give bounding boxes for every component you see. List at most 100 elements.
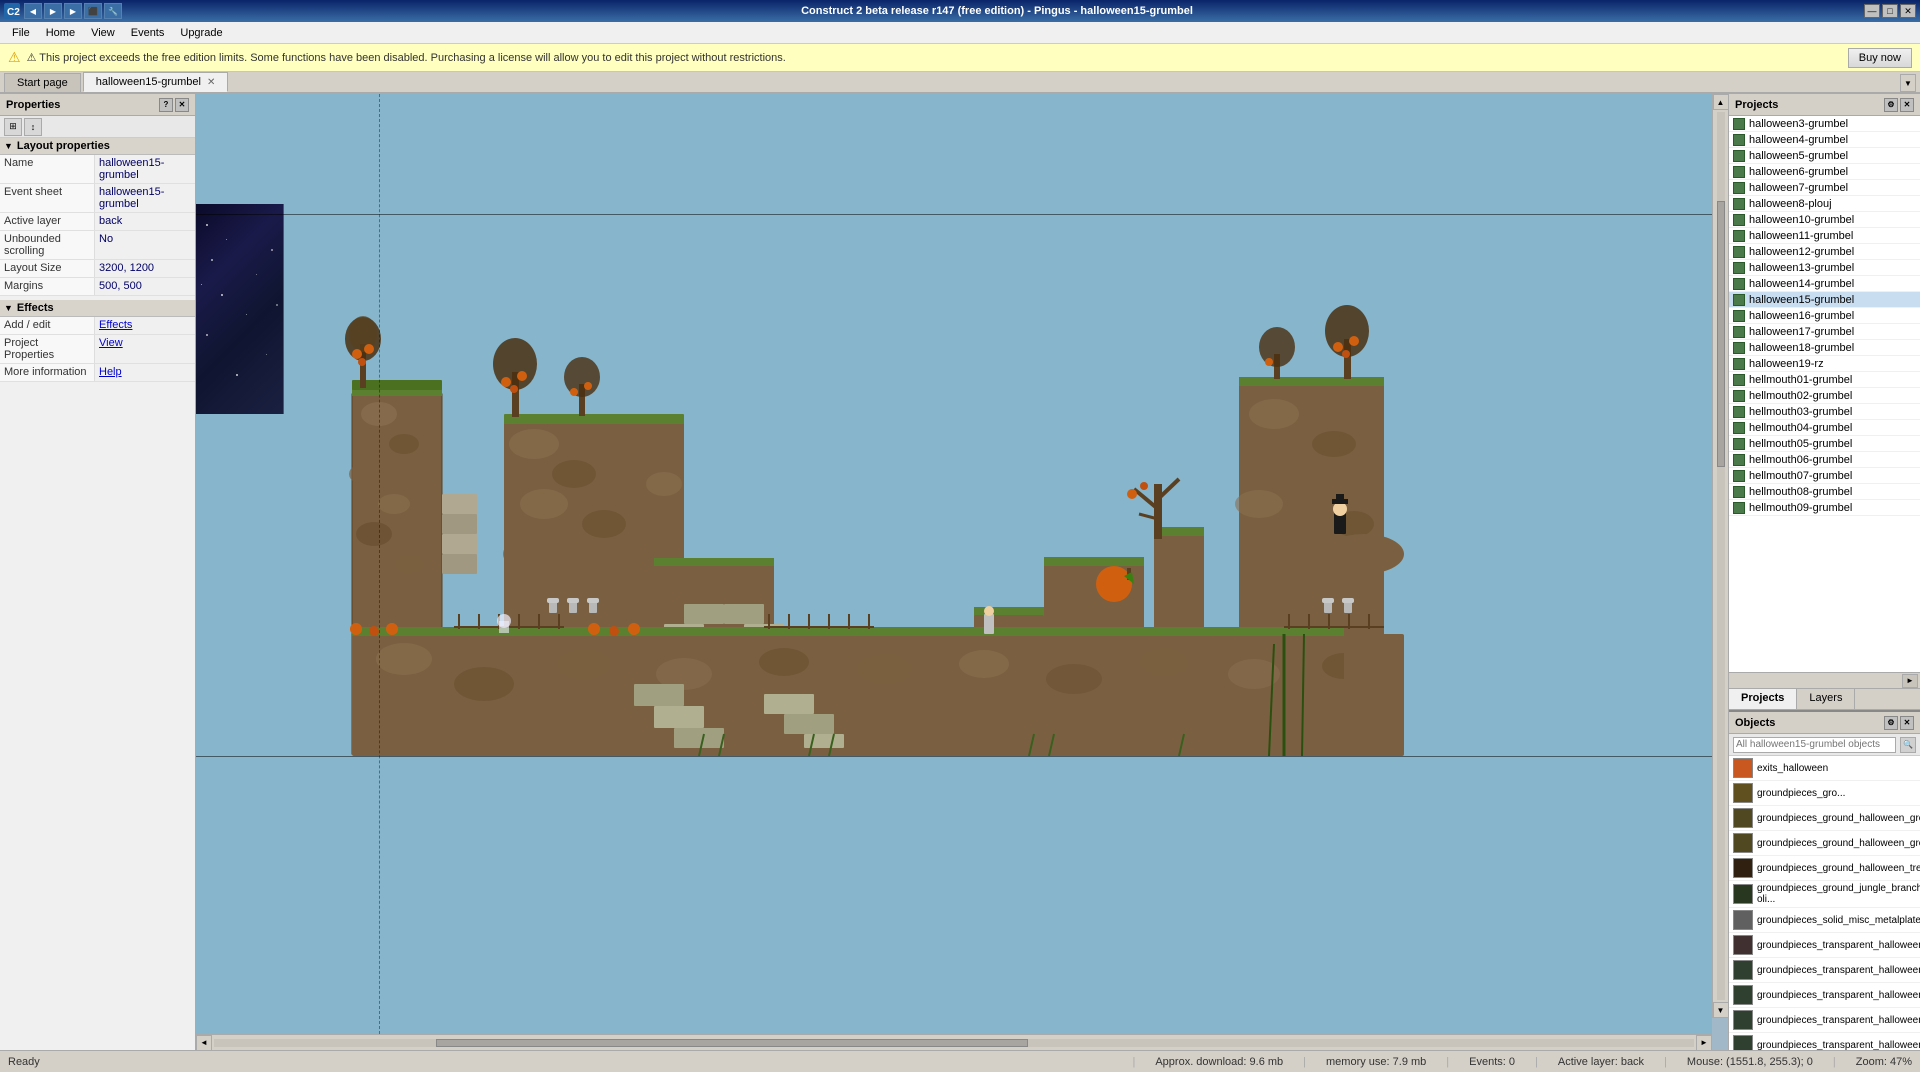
tab-dropdown[interactable]: ▼ xyxy=(1900,74,1916,92)
menu-view[interactable]: View xyxy=(83,25,123,41)
prop-moreinfo-row: More information Help xyxy=(0,364,195,382)
project-item-h17[interactable]: halloween17-grumbel xyxy=(1729,324,1920,340)
project-item-h6[interactable]: halloween6-grumbel xyxy=(1729,164,1920,180)
project-item-h10[interactable]: halloween10-grumbel xyxy=(1729,212,1920,228)
maximize-button[interactable]: □ xyxy=(1882,4,1898,18)
project-icon xyxy=(1733,198,1745,210)
vscroll-track xyxy=(1717,112,1725,1000)
objects-gear-icon[interactable]: ⚙ xyxy=(1884,716,1898,730)
object-item-gp1[interactable]: groundpieces_gro... xyxy=(1729,781,1920,806)
tab-projects[interactable]: Projects xyxy=(1729,689,1797,709)
objects-filter-input[interactable] xyxy=(1733,737,1896,753)
projects-panel-header: Projects ⚙ ✕ xyxy=(1729,94,1920,116)
projects-help-icon[interactable]: ⚙ xyxy=(1884,98,1898,112)
prop-projprops-value[interactable]: View xyxy=(95,335,195,363)
canvas-scroll-area[interactable]: ▲ ▼ xyxy=(196,94,1728,1034)
object-item-gp8[interactable]: groundpieces_transparent_halloween_gr... xyxy=(1729,958,1920,983)
object-name: groundpieces_solid_misc_metalplate_larg.… xyxy=(1757,915,1920,926)
project-icon xyxy=(1733,182,1745,194)
project-item-hm06[interactable]: hellmouth06-grumbel xyxy=(1729,452,1920,468)
project-item-hm05[interactable]: hellmouth05-grumbel xyxy=(1729,436,1920,452)
objects-close-icon[interactable]: ✕ xyxy=(1900,716,1914,730)
project-item-hm09[interactable]: hellmouth09-grumbel xyxy=(1729,500,1920,516)
project-item-h7[interactable]: halloween7-grumbel xyxy=(1729,180,1920,196)
level-canvas[interactable] xyxy=(196,94,1712,1034)
project-item-label: halloween17-grumbel xyxy=(1749,326,1854,338)
project-item-hm02[interactable]: hellmouth02-grumbel xyxy=(1729,388,1920,404)
project-item-h16[interactable]: halloween16-grumbel xyxy=(1729,308,1920,324)
project-item-h3[interactable]: halloween3-grumbel xyxy=(1729,116,1920,132)
properties-close-icon[interactable]: ✕ xyxy=(175,98,189,112)
object-item-gp7[interactable]: groundpieces_transparent_halloween_ca... xyxy=(1729,933,1920,958)
minimize-button[interactable]: — xyxy=(1864,4,1880,18)
object-item-gp2[interactable]: groundpieces_ground_halloween_ground... xyxy=(1729,806,1920,831)
menu-events[interactable]: Events xyxy=(123,25,173,41)
object-item-gp11[interactable]: groundpieces_transparent_halloween_gr... xyxy=(1729,1033,1920,1050)
project-item-h15[interactable]: halloween15-grumbel xyxy=(1729,292,1920,308)
right-scroll-right[interactable]: ► xyxy=(1902,674,1918,688)
object-item-gp6[interactable]: groundpieces_solid_misc_metalplate_larg.… xyxy=(1729,908,1920,933)
project-item-h5[interactable]: halloween5-grumbel xyxy=(1729,148,1920,164)
object-item-gp5[interactable]: groundpieces_ground_jungle_branch5 oli..… xyxy=(1729,881,1920,908)
object-name: groundpieces_transparent_halloween_gr... xyxy=(1757,990,1920,1001)
hscroll-right-button[interactable]: ► xyxy=(1696,1035,1712,1051)
project-item-h4[interactable]: halloween4-grumbel xyxy=(1729,132,1920,148)
project-icon xyxy=(1733,214,1745,226)
object-item-gp9[interactable]: groundpieces_transparent_halloween_gr... xyxy=(1729,983,1920,1008)
hscroll-thumb[interactable] xyxy=(436,1039,1028,1047)
objects-filter-icon[interactable]: 🔍 xyxy=(1900,737,1916,753)
project-item-h14[interactable]: halloween14-grumbel xyxy=(1729,276,1920,292)
project-item-hm07[interactable]: hellmouth07-grumbel xyxy=(1729,468,1920,484)
toolbar-fwd[interactable]: ▶ xyxy=(44,3,62,19)
hscroll-left-button[interactable]: ◄ xyxy=(196,1035,212,1051)
project-item-hm08[interactable]: hellmouth08-grumbel xyxy=(1729,484,1920,500)
prop-moreinfo-value[interactable]: Help xyxy=(95,364,195,381)
prop-addedit-value[interactable]: Effects xyxy=(95,317,195,334)
starfield-preview xyxy=(196,204,284,414)
menu-upgrade[interactable]: Upgrade xyxy=(172,25,230,41)
horizontal-scrollbar[interactable]: ◄ ► xyxy=(196,1034,1712,1050)
object-item-gp4[interactable]: groundpieces_ground_halloween_tree2o... xyxy=(1729,856,1920,881)
object-item-gp10[interactable]: groundpieces_transparent_halloween_gr... xyxy=(1729,1008,1920,1033)
tab-halloween15-close[interactable]: ✕ xyxy=(207,77,215,88)
layout-props-toggle[interactable]: ▼ xyxy=(4,141,13,151)
tab-start-page[interactable]: Start page xyxy=(4,73,81,92)
project-item-hm01[interactable]: hellmouth01-grumbel xyxy=(1729,372,1920,388)
menu-file[interactable]: File xyxy=(4,25,38,41)
project-item-hm04[interactable]: hellmouth04-grumbel xyxy=(1729,420,1920,436)
prop-sort-cat[interactable]: ↕ xyxy=(24,118,42,136)
project-item-h13[interactable]: halloween13-grumbel xyxy=(1729,260,1920,276)
toolbar-stop[interactable]: ⬛ xyxy=(84,3,102,19)
properties-help-icon[interactable]: ? xyxy=(159,98,173,112)
vscroll-thumb[interactable] xyxy=(1717,201,1725,467)
toolbar-debug[interactable]: 🔧 xyxy=(104,3,122,19)
status-download: Approx. download: 9.6 mb xyxy=(1155,1056,1283,1068)
tab-layers[interactable]: Layers xyxy=(1797,689,1855,709)
project-item-h12[interactable]: halloween12-grumbel xyxy=(1729,244,1920,260)
projects-list[interactable]: halloween3-grumbel halloween4-grumbel ha… xyxy=(1729,116,1920,672)
project-item-h8[interactable]: halloween8-plouj xyxy=(1729,196,1920,212)
vscroll-down-button[interactable]: ▼ xyxy=(1713,1002,1729,1018)
projects-close-icon[interactable]: ✕ xyxy=(1900,98,1914,112)
prop-sort-alpha[interactable]: ⊞ xyxy=(4,118,22,136)
project-item-label: hellmouth08-grumbel xyxy=(1749,486,1852,498)
objects-list[interactable]: exits_halloween groundpieces_gro... grou… xyxy=(1729,756,1920,1050)
vertical-scrollbar[interactable]: ▲ ▼ xyxy=(1712,94,1728,1018)
toolbar-run[interactable]: ▶ xyxy=(64,3,82,19)
project-item-h19[interactable]: halloween19-rz xyxy=(1729,356,1920,372)
project-icon xyxy=(1733,438,1745,450)
objects-header: Objects ⚙ ✕ xyxy=(1729,712,1920,734)
object-item-exits[interactable]: exits_halloween xyxy=(1729,756,1920,781)
vscroll-up-button[interactable]: ▲ xyxy=(1713,94,1729,110)
toolbar-back[interactable]: ◀ xyxy=(24,3,42,19)
menu-home[interactable]: Home xyxy=(38,25,83,41)
prop-scroll-label: Unbounded scrolling xyxy=(0,231,95,259)
close-button[interactable]: ✕ xyxy=(1900,4,1916,18)
project-item-h11[interactable]: halloween11-grumbel xyxy=(1729,228,1920,244)
object-item-gp3[interactable]: groundpieces_ground_halloween_ground... xyxy=(1729,831,1920,856)
project-item-hm03[interactable]: hellmouth03-grumbel xyxy=(1729,404,1920,420)
buy-now-button[interactable]: Buy now xyxy=(1848,48,1912,68)
project-item-h18[interactable]: halloween18-grumbel xyxy=(1729,340,1920,356)
tab-halloween15[interactable]: halloween15-grumbel ✕ xyxy=(83,72,229,92)
effects-toggle[interactable]: ▼ xyxy=(4,303,13,313)
